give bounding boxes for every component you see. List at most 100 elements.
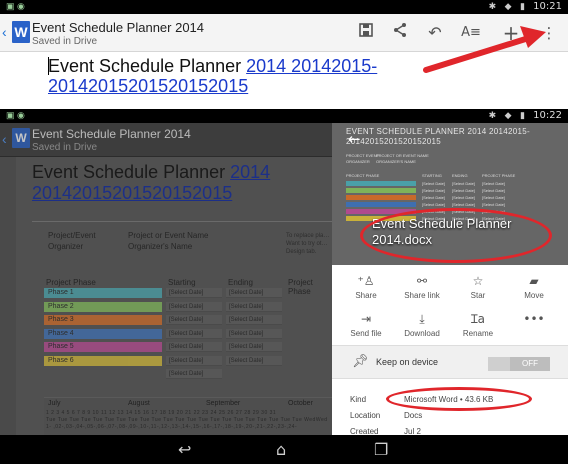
phase-row: Phase 4 <box>44 329 162 339</box>
thumbnail-label: ENDING <box>452 173 468 178</box>
signal-battery-icons: ✱ ◆ ▮ <box>488 1 528 11</box>
thumbnail-label: PROJECT OR EVENT NAME <box>376 153 429 158</box>
thumbnail-phase-bar <box>346 202 416 207</box>
document-title: Event Schedule Planner 2014 <box>32 20 205 35</box>
thumbnail-label: PROJECT PHASE <box>482 173 516 178</box>
dimmed-document: Event Schedule Planner 2014 201420152015… <box>0 157 332 435</box>
phase-row: Phase 2 <box>44 302 162 312</box>
doc-heading[interactable]: Event Schedule Planner 2014 20142015-201… <box>48 56 408 96</box>
heading-rule <box>32 221 332 222</box>
composite-screenshot: ▣ ◉ ✱ ◆ ▮ 10:21 ‹ W Event Schedule Plann… <box>0 0 568 464</box>
move-action[interactable]: ▰ Move <box>504 273 564 300</box>
action-label: Star <box>470 291 486 300</box>
phase-row: Phase 1 <box>44 288 162 298</box>
save-icon[interactable] <box>355 22 377 44</box>
calendar-dates: 1- ,02-,03-,04-,05-,06-,07-,08-,09-,10-,… <box>46 424 298 430</box>
back-nav-icon[interactable]: ↩ <box>178 440 191 459</box>
send-file-icon: ⇥ <box>360 312 372 326</box>
annotation-oval <box>360 208 552 263</box>
thumbnail-date-cell: [Select Date] <box>452 195 475 200</box>
send-file-action[interactable]: ⇥ Send file <box>336 311 396 338</box>
end-date-cell: [Select Date] <box>226 356 282 366</box>
action-label: Send file <box>350 329 382 338</box>
project-event-value: Project or Event Name <box>128 231 209 240</box>
start-date-cell: [Select Date] <box>166 356 222 366</box>
annotation-oval <box>386 387 532 411</box>
keep-on-device-toggle[interactable]: OFF <box>488 357 550 371</box>
detail-key-created: Created <box>350 427 379 435</box>
share-action[interactable]: ⁺♙ Share <box>336 273 396 300</box>
word-logo-icon[interactable]: W <box>12 21 30 43</box>
end-date-cell: [Select Date] <box>226 342 282 352</box>
thumbnail-date-cell: [Select Date] <box>422 181 445 186</box>
calendar-strip: July August September October 1 2 3 4 5 … <box>44 397 332 435</box>
rename-action[interactable]: Ɪa Rename <box>448 311 508 338</box>
thumbnail-date-cell: [Select Date] <box>422 202 445 207</box>
thumbnail-date-cell: [Select Date] <box>422 188 445 193</box>
status-bar: ▣ ◉ ✱ ◆ ▮ 10:21 <box>0 0 568 14</box>
thumbnail-label: ORGANIZER'S NAME <box>376 159 416 164</box>
thumbnail-date-cell: [Select Date] <box>422 195 445 200</box>
phase-row: Phase 6 <box>44 356 162 366</box>
annotation-arrow <box>423 26 546 73</box>
navigation-bar: ↩ ⌂ ❐ <box>0 435 568 464</box>
divider <box>0 99 568 109</box>
project-event-label: Project/Event <box>48 231 96 240</box>
recent-apps-icon[interactable]: ❐ <box>374 440 388 459</box>
home-nav-icon[interactable]: ⌂ <box>276 440 286 459</box>
thumbnail-phase-bar <box>346 188 416 193</box>
notification-icons: ▣ ◉ <box>6 1 25 11</box>
thumbnail-phase-bar <box>346 181 416 186</box>
status-time: 10:21 <box>533 1 562 12</box>
save-status: Saved in Drive <box>32 142 98 153</box>
thumbnail-label: STARTING <box>422 173 442 178</box>
side-note: To replace pla… Want to try ot… Design t… <box>286 233 330 255</box>
end-date-cell: [Select Date] <box>226 315 282 325</box>
more-icon: ••• <box>523 312 545 326</box>
start-date-cell: [Select Date] <box>166 302 222 312</box>
calendar-days: 1 2 3 4 5 6 7 8 9 10 11 12 13 14 15 16 1… <box>46 410 277 416</box>
keep-on-device-label: Keep on device <box>376 357 439 367</box>
thumbnail-date-cell: [Select Date] <box>452 188 475 193</box>
month-label: July <box>48 400 61 407</box>
thumbnail-date-cell: [Select Date] <box>452 181 475 186</box>
thumbnail-date-cell: [Select Date] <box>482 188 505 193</box>
detail-key-kind: Kind <box>350 395 367 404</box>
table-header-phase: Project Phase <box>46 278 96 287</box>
thumbnail-label: ORGANIZER <box>346 159 370 164</box>
signal-battery-icons: ✱ ◆ ▮ <box>488 110 528 120</box>
share-icon[interactable] <box>389 22 411 44</box>
back-chevron-icon[interactable]: ‹ <box>2 131 7 147</box>
detail-value-location: Docs <box>404 411 423 420</box>
thumbnail-date-cell: [Select Date] <box>452 202 475 207</box>
month-label: September <box>206 400 241 407</box>
word-logo-icon[interactable]: W <box>12 128 30 148</box>
thumbnail-label: PROJECT PHASE <box>346 173 380 178</box>
action-label: Download <box>404 329 440 338</box>
file-thumbnail: EVENT SCHEDULE PLANNER 2014 20142015-201… <box>332 123 568 265</box>
rename-icon: Ɪa <box>470 312 486 326</box>
notification-icons: ▣ ◉ <box>6 110 25 120</box>
thumbnail-date-cell: [Select Date] <box>482 181 505 186</box>
back-chevron-icon[interactable]: ‹ <box>2 24 7 40</box>
end-date-cell: [Select Date] <box>226 288 282 298</box>
phase-row: Phase 5 <box>44 342 162 352</box>
organizer-label: Organizer <box>48 242 84 251</box>
back-arrow-icon[interactable]: ← <box>348 130 361 148</box>
text-cursor <box>48 57 49 75</box>
share-link-action[interactable]: ⚯ Share link <box>392 273 452 300</box>
month-label: August <box>128 400 150 407</box>
star-action[interactable]: ☆ Star <box>448 273 508 300</box>
folder-move-icon: ▰ <box>529 274 539 288</box>
thumbnail-title: EVENT SCHEDULE PLANNER 2014 20142015-201… <box>346 127 530 146</box>
thumbnail-date-cell: [Select Date] <box>482 195 505 200</box>
toggle-state: OFF <box>510 357 550 371</box>
table-header-starting: Starting <box>168 278 196 287</box>
start-date-cell: [Select Date] <box>166 342 222 352</box>
star-icon: ☆ <box>472 274 484 288</box>
detail-value-created: Jul 2 <box>404 427 421 435</box>
download-icon: ⤓ <box>419 312 425 326</box>
link-icon: ⚯ <box>416 274 428 288</box>
download-action[interactable]: ⤓ Download <box>392 311 452 338</box>
more-action[interactable]: ••• <box>504 311 564 329</box>
